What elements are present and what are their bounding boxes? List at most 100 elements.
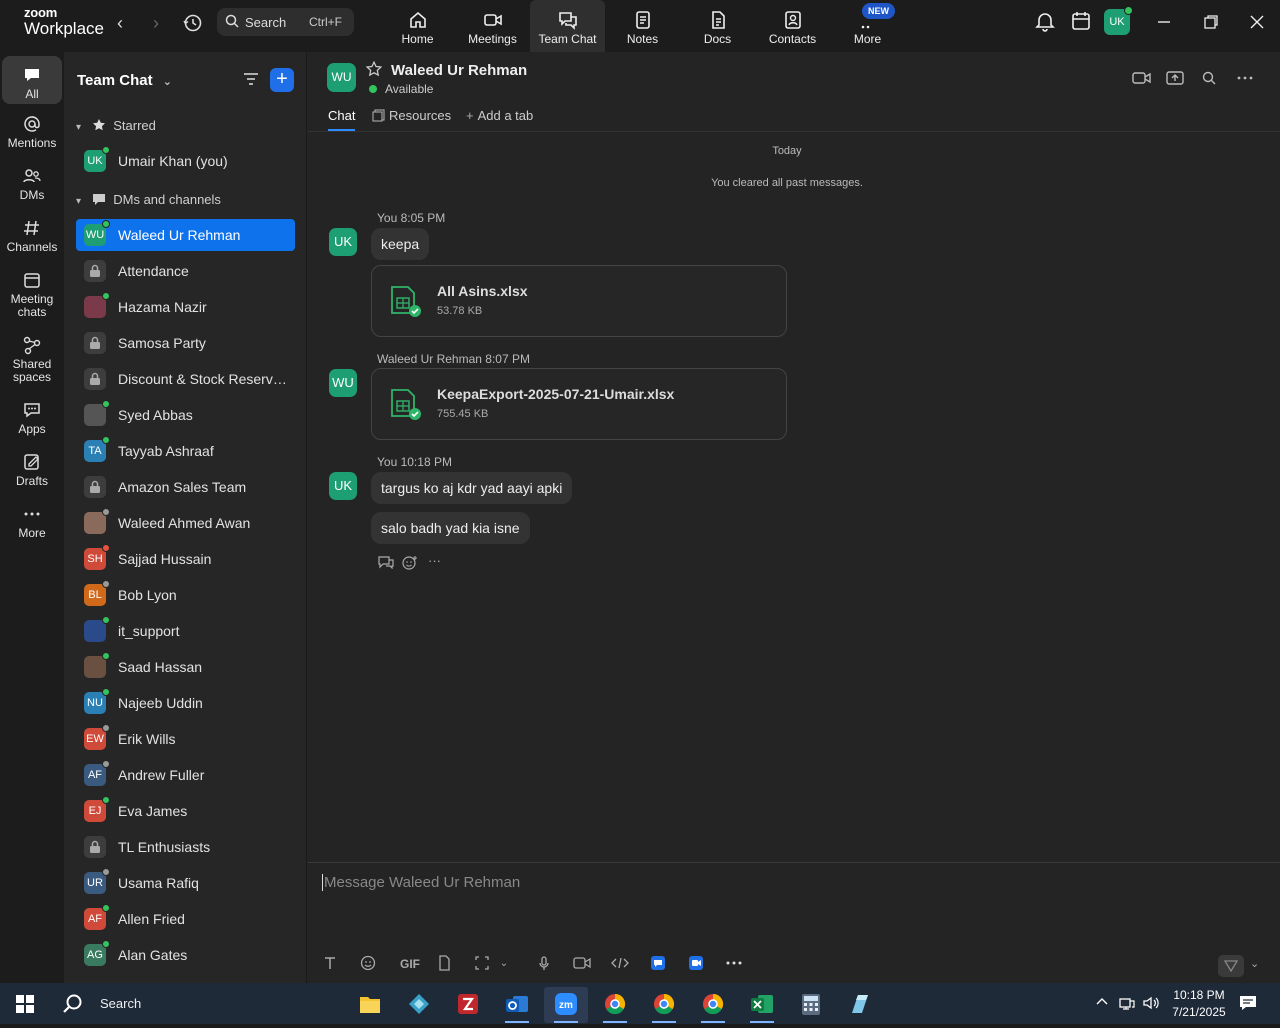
close-icon[interactable] (1249, 14, 1265, 35)
sidebar-item[interactable]: it_support (76, 615, 295, 647)
forward-arrow-icon[interactable]: › (144, 12, 168, 36)
tab-docs[interactable]: Docs (680, 0, 755, 52)
avatar[interactable]: UK (329, 472, 357, 500)
tray-chevron-up-icon[interactable] (1095, 995, 1109, 1014)
avatar[interactable]: UK (329, 228, 357, 256)
taskbar-search[interactable]: Search (48, 983, 338, 1024)
reply-icon[interactable] (378, 555, 394, 574)
network-icon[interactable] (1118, 995, 1136, 1016)
notification-center-icon[interactable] (1238, 993, 1258, 1018)
message-composer[interactable]: Message Waleed Ur Rehman GIF ⌄ ⌄ (308, 862, 1280, 983)
calendar-icon[interactable] (1071, 10, 1091, 37)
file-attachment[interactable]: KeepaExport-2025-07-21-Umair.xlsx 755.45… (371, 368, 787, 440)
sidebar-item[interactable]: EW Erik Wills (76, 723, 295, 755)
calculator-icon[interactable] (789, 987, 833, 1023)
send-options-chevron-icon[interactable]: ⌄ (1250, 957, 1259, 970)
global-search-button[interactable]: Search Ctrl+F (217, 8, 354, 36)
tab-contacts[interactable]: Contacts (755, 0, 830, 52)
share-screen-icon[interactable] (1166, 70, 1186, 88)
emoji-icon[interactable] (358, 955, 378, 975)
search-icon[interactable] (1201, 70, 1221, 88)
app-blue-chat-icon[interactable] (648, 955, 668, 975)
app-glass-icon[interactable] (838, 987, 882, 1023)
back-arrow-icon[interactable]: ‹ (108, 12, 132, 36)
sidebar-item[interactable]: Samosa Party (76, 327, 295, 359)
rail-apps[interactable]: Apps (2, 400, 62, 436)
windows-start-icon[interactable] (16, 995, 34, 1018)
sidebar-item[interactable]: UR Usama Rafiq (76, 867, 295, 899)
taskbar-clock[interactable]: 10:18 PM 7/21/2025 (1160, 987, 1238, 1021)
section-dms-channels[interactable]: ▾ DMs and channels (76, 192, 221, 209)
bell-icon[interactable] (1035, 10, 1055, 37)
sidebar-item[interactable]: WU Waleed Ur Rehman (76, 219, 295, 251)
rail-mentions[interactable]: Mentions (2, 114, 62, 150)
sidebar-item[interactable]: Syed Abbas (76, 399, 295, 431)
code-snippet-icon[interactable] (610, 955, 630, 975)
filezilla-icon[interactable] (446, 987, 490, 1023)
send-button[interactable] (1218, 955, 1244, 977)
app-diamond-icon[interactable] (397, 987, 441, 1023)
filter-icon[interactable] (242, 70, 262, 90)
sidebar-item[interactable]: Discount & Stock Reservati... (76, 363, 295, 395)
screenshot-icon[interactable] (472, 955, 492, 975)
rail-meeting-chats[interactable]: Meeting chats (2, 270, 62, 319)
sidebar-title[interactable]: Team Chat ⌄ (77, 72, 172, 89)
tab-team-chat[interactable]: Team Chat (530, 0, 605, 52)
sidebar-item[interactable]: EJ Eva James (76, 795, 295, 827)
gif-button[interactable]: GIF (396, 955, 424, 975)
sidebar-item[interactable]: SH Sajjad Hussain (76, 543, 295, 575)
tab-resources[interactable]: Resources (372, 108, 451, 125)
rail-all[interactable]: All (2, 56, 62, 104)
outlook-icon[interactable] (495, 987, 539, 1023)
tab-chat[interactable]: Chat (328, 108, 356, 131)
rail-more[interactable]: More (2, 504, 62, 540)
microphone-icon[interactable] (534, 955, 554, 975)
new-chat-button[interactable]: + (270, 68, 294, 92)
sidebar-item-starred[interactable]: UK Umair Khan (you) (76, 145, 295, 177)
tab-home[interactable]: Home (380, 0, 455, 52)
video-message-icon[interactable] (572, 955, 592, 975)
rail-shared-spaces[interactable]: Shared spaces (2, 335, 62, 384)
chrome-icon[interactable] (642, 987, 686, 1023)
excel-icon[interactable] (740, 987, 784, 1023)
video-call-icon[interactable] (1132, 70, 1152, 88)
restore-icon[interactable] (1203, 14, 1219, 35)
file-attachment[interactable]: All Asins.xlsx 53.78 KB (371, 265, 787, 337)
emoji-reaction-icon[interactable] (402, 555, 418, 576)
chat-avatar[interactable]: WU (327, 63, 356, 92)
tab-add-a-tab[interactable]: + Add a tab (466, 108, 533, 123)
chevron-down-icon[interactable]: ⌄ (494, 955, 514, 975)
message-bubble[interactable]: salo badh yad kia isne (371, 512, 530, 544)
rail-drafts[interactable]: Drafts (2, 452, 62, 488)
chat-contact-name[interactable]: Waleed Ur Rehman (391, 62, 527, 79)
sidebar-item[interactable]: BL Bob Lyon (76, 579, 295, 611)
sidebar-item[interactable]: Saad Hassan (76, 651, 295, 683)
more-options-icon[interactable] (1236, 70, 1256, 88)
minimize-icon[interactable] (1156, 14, 1172, 35)
text-format-icon[interactable] (320, 955, 340, 975)
user-avatar[interactable]: UK (1104, 6, 1133, 35)
more-actions-icon[interactable]: ··· (428, 553, 441, 568)
message-bubble[interactable]: targus ko aj kdr yad aayi apki (371, 472, 573, 504)
rail-dms[interactable]: DMs (2, 166, 62, 202)
file-explorer-icon[interactable] (348, 987, 392, 1023)
sidebar-item[interactable]: NU Najeeb Uddin (76, 687, 295, 719)
file-attach-icon[interactable] (434, 955, 454, 975)
more-horizontal-icon[interactable] (724, 955, 744, 975)
sidebar-item[interactable]: TA Tayyab Ashraaf (76, 435, 295, 467)
chrome-icon[interactable] (593, 987, 637, 1023)
sidebar-item[interactable]: Hazama Nazir (76, 291, 295, 323)
sidebar-item[interactable]: Attendance (76, 255, 295, 287)
rail-channels[interactable]: Channels (2, 218, 62, 254)
sidebar-item[interactable]: AF Andrew Fuller (76, 759, 295, 791)
sidebar-item[interactable]: AF Allen Fried (76, 903, 295, 935)
message-bubble[interactable]: keepa (371, 228, 430, 260)
sidebar-item[interactable]: Amazon Sales Team (76, 471, 295, 503)
avatar[interactable]: WU (329, 369, 357, 397)
sidebar-item[interactable]: TL Enthusiasts (76, 831, 295, 863)
section-starred[interactable]: ▾ Starred (76, 118, 156, 135)
sidebar-item[interactable]: AG Alan Gates (76, 939, 295, 971)
message-input[interactable]: Message Waleed Ur Rehman (322, 874, 520, 891)
tab-notes[interactable]: Notes (605, 0, 680, 52)
star-outline-icon[interactable] (365, 60, 384, 79)
